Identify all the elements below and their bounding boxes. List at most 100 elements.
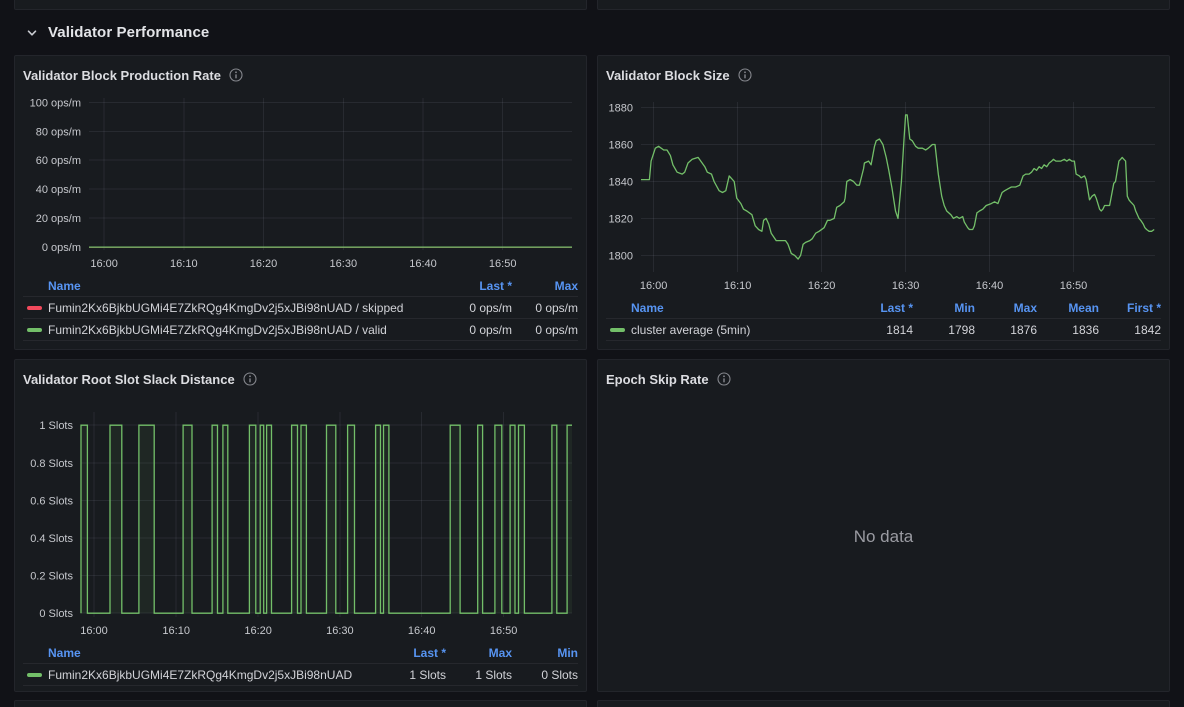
svg-text:1800: 1800 bbox=[609, 250, 633, 262]
svg-text:20 ops/m: 20 ops/m bbox=[36, 213, 81, 225]
svg-text:16:30: 16:30 bbox=[892, 280, 920, 292]
series-color-marker bbox=[610, 328, 625, 332]
block-size-chart[interactable]: 1800182018401860188016:0016:1016:2016:30… bbox=[606, 86, 1161, 296]
legend-value: 1 Slots bbox=[380, 668, 446, 682]
partial-panel-bottom-right bbox=[597, 700, 1170, 707]
legend-series-name[interactable]: Fumin2Kx6BjkbUGMi4E7ZkRQg4KmgDv2j5xJBi98… bbox=[48, 323, 446, 337]
svg-text:0.4 Slots: 0.4 Slots bbox=[30, 533, 73, 545]
partial-panel-top-right bbox=[597, 0, 1170, 10]
panel-validator-block-size: Validator Block Size 1800 1820 1840 1860 188… bbox=[597, 55, 1170, 350]
legend-col-name[interactable]: Name bbox=[631, 301, 851, 315]
svg-text:40 ops/m: 40 ops/m bbox=[36, 184, 81, 196]
slack-distance-legend: NameLast *MaxMin Fumin2Kx6BjkbUGMi4E7ZkRQ… bbox=[23, 643, 578, 686]
chevron-down-icon bbox=[25, 26, 39, 40]
svg-text:16:30: 16:30 bbox=[330, 258, 358, 270]
section-header-validator-performance[interactable]: Validator Performance bbox=[14, 10, 1170, 55]
legend-col[interactable]: Mean bbox=[1037, 301, 1099, 315]
legend-col[interactable]: Max bbox=[512, 279, 578, 293]
panel-header: Validator Block Size bbox=[606, 64, 1161, 86]
legend-col[interactable]: Min bbox=[913, 301, 975, 315]
legend-value: 0 ops/m bbox=[446, 323, 512, 337]
svg-text:16:50: 16:50 bbox=[489, 258, 517, 270]
info-icon[interactable] bbox=[229, 68, 243, 82]
svg-text:16:50: 16:50 bbox=[1060, 280, 1088, 292]
legend-series-name[interactable]: Fumin2Kx6BjkbUGMi4E7ZkRQg4KmgDv2j5xJBi98… bbox=[48, 301, 446, 315]
svg-text:16:40: 16:40 bbox=[408, 625, 436, 637]
legend-row: Fumin2Kx6BjkbUGMi4E7ZkRQg4KmgDv2j5xJBi98… bbox=[23, 297, 578, 319]
legend-series-name[interactable]: cluster average (5min) bbox=[631, 323, 851, 337]
legend-header: NameLast *MaxMin bbox=[23, 643, 578, 664]
panel-validator-root-slot-slack-distance: Validator Root Slot Slack Distance 0 Slo… bbox=[14, 359, 587, 692]
svg-text:16:40: 16:40 bbox=[409, 258, 437, 270]
series-color-marker bbox=[27, 306, 42, 310]
legend-series-name[interactable]: Fumin2Kx6BjkbUGMi4E7ZkRQg4KmgDv2j5xJBi98… bbox=[48, 668, 380, 682]
svg-text:16:00: 16:00 bbox=[90, 258, 118, 270]
legend-col[interactable]: Max bbox=[975, 301, 1037, 315]
panel-title[interactable]: Validator Root Slot Slack Distance bbox=[23, 372, 235, 387]
legend-value: 1836 bbox=[1037, 323, 1099, 337]
section-title: Validator Performance bbox=[48, 24, 209, 41]
legend-col[interactable]: Last * bbox=[851, 301, 913, 315]
block-production-rate-chart[interactable]: 0 ops/m 20 ops/m 40 ops/m 60 ops/m 80 ops/m 1… bbox=[23, 86, 578, 274]
svg-text:0.6 Slots: 0.6 Slots bbox=[30, 495, 73, 507]
legend-row: Fumin2Kx6BjkbUGMi4E7ZkRQg4KmgDv2j5xJBi98… bbox=[23, 319, 578, 341]
series-color-marker bbox=[27, 328, 42, 332]
svg-text:0.2 Slots: 0.2 Slots bbox=[30, 571, 73, 583]
legend-value: 1814 bbox=[851, 323, 913, 337]
slack-distance-chart[interactable]: 0 Slots0.2 Slots0.4 Slots0.6 Slots0.8 Sl… bbox=[23, 390, 578, 641]
svg-text:16:30: 16:30 bbox=[326, 625, 354, 637]
info-icon[interactable] bbox=[717, 372, 731, 386]
legend-value: 1 Slots bbox=[446, 668, 512, 682]
svg-text:16:40: 16:40 bbox=[976, 280, 1004, 292]
svg-text:0 ops/m: 0 ops/m bbox=[42, 242, 81, 254]
svg-text:60 ops/m: 60 ops/m bbox=[36, 155, 81, 167]
partial-panel-bottom-left bbox=[14, 700, 587, 707]
panel-epoch-skip-rate: Epoch Skip Rate No data bbox=[597, 359, 1170, 692]
svg-text:1840: 1840 bbox=[609, 177, 633, 189]
legend-col-name[interactable]: Name bbox=[48, 279, 446, 293]
info-icon[interactable] bbox=[738, 68, 752, 82]
svg-text:1860: 1860 bbox=[609, 140, 633, 152]
previous-row-panels bbox=[14, 0, 1170, 10]
info-icon[interactable] bbox=[243, 372, 257, 386]
no-data-text: No data bbox=[854, 527, 914, 547]
legend-value: 0 Slots bbox=[512, 668, 578, 682]
svg-text:16:20: 16:20 bbox=[808, 280, 836, 292]
svg-text:16:10: 16:10 bbox=[170, 258, 198, 270]
partial-panel-top-left bbox=[14, 0, 587, 10]
svg-text:16:20: 16:20 bbox=[250, 258, 278, 270]
legend-col[interactable]: Last * bbox=[380, 646, 446, 660]
svg-text:1880: 1880 bbox=[609, 103, 633, 115]
svg-text:16:20: 16:20 bbox=[244, 625, 272, 637]
svg-text:80 ops/m: 80 ops/m bbox=[36, 126, 81, 138]
legend-col[interactable]: First * bbox=[1099, 301, 1161, 315]
svg-text:1820: 1820 bbox=[609, 213, 633, 225]
panel-title[interactable]: Validator Block Production Rate bbox=[23, 68, 221, 83]
panel-title[interactable]: Epoch Skip Rate bbox=[606, 372, 709, 387]
svg-text:16:50: 16:50 bbox=[490, 625, 518, 637]
svg-text:0 Slots: 0 Slots bbox=[39, 608, 73, 620]
legend-header: NameLast *Max bbox=[23, 276, 578, 297]
block-size-legend: NameLast *MinMaxMeanFirst *cluster avera… bbox=[606, 298, 1161, 341]
series-color-marker bbox=[27, 673, 42, 677]
panel-header: Validator Block Production Rate bbox=[23, 64, 578, 86]
svg-text:16:10: 16:10 bbox=[162, 625, 190, 637]
svg-text:16:10: 16:10 bbox=[724, 280, 752, 292]
legend-col[interactable]: Max bbox=[446, 646, 512, 660]
no-data-container: No data bbox=[606, 390, 1161, 683]
legend-value: 1798 bbox=[913, 323, 975, 337]
legend-value: 0 ops/m bbox=[446, 301, 512, 315]
next-row-panels bbox=[14, 692, 1170, 707]
panel-header: Validator Root Slot Slack Distance bbox=[23, 368, 578, 390]
svg-text:100 ops/m: 100 ops/m bbox=[30, 97, 81, 109]
legend-header: NameLast *MinMaxMeanFirst * bbox=[606, 298, 1161, 319]
legend-value: 0 ops/m bbox=[512, 301, 578, 315]
legend-row: cluster average (5min)181417981876183618… bbox=[606, 319, 1161, 341]
panel-title[interactable]: Validator Block Size bbox=[606, 68, 730, 83]
legend-value: 0 ops/m bbox=[512, 323, 578, 337]
legend-col[interactable]: Min bbox=[512, 646, 578, 660]
panel-header: Epoch Skip Rate bbox=[606, 368, 1161, 390]
legend-col-name[interactable]: Name bbox=[48, 646, 380, 660]
legend-col[interactable]: Last * bbox=[446, 279, 512, 293]
legend-row: Fumin2Kx6BjkbUGMi4E7ZkRQg4KmgDv2j5xJBi98… bbox=[23, 664, 578, 686]
